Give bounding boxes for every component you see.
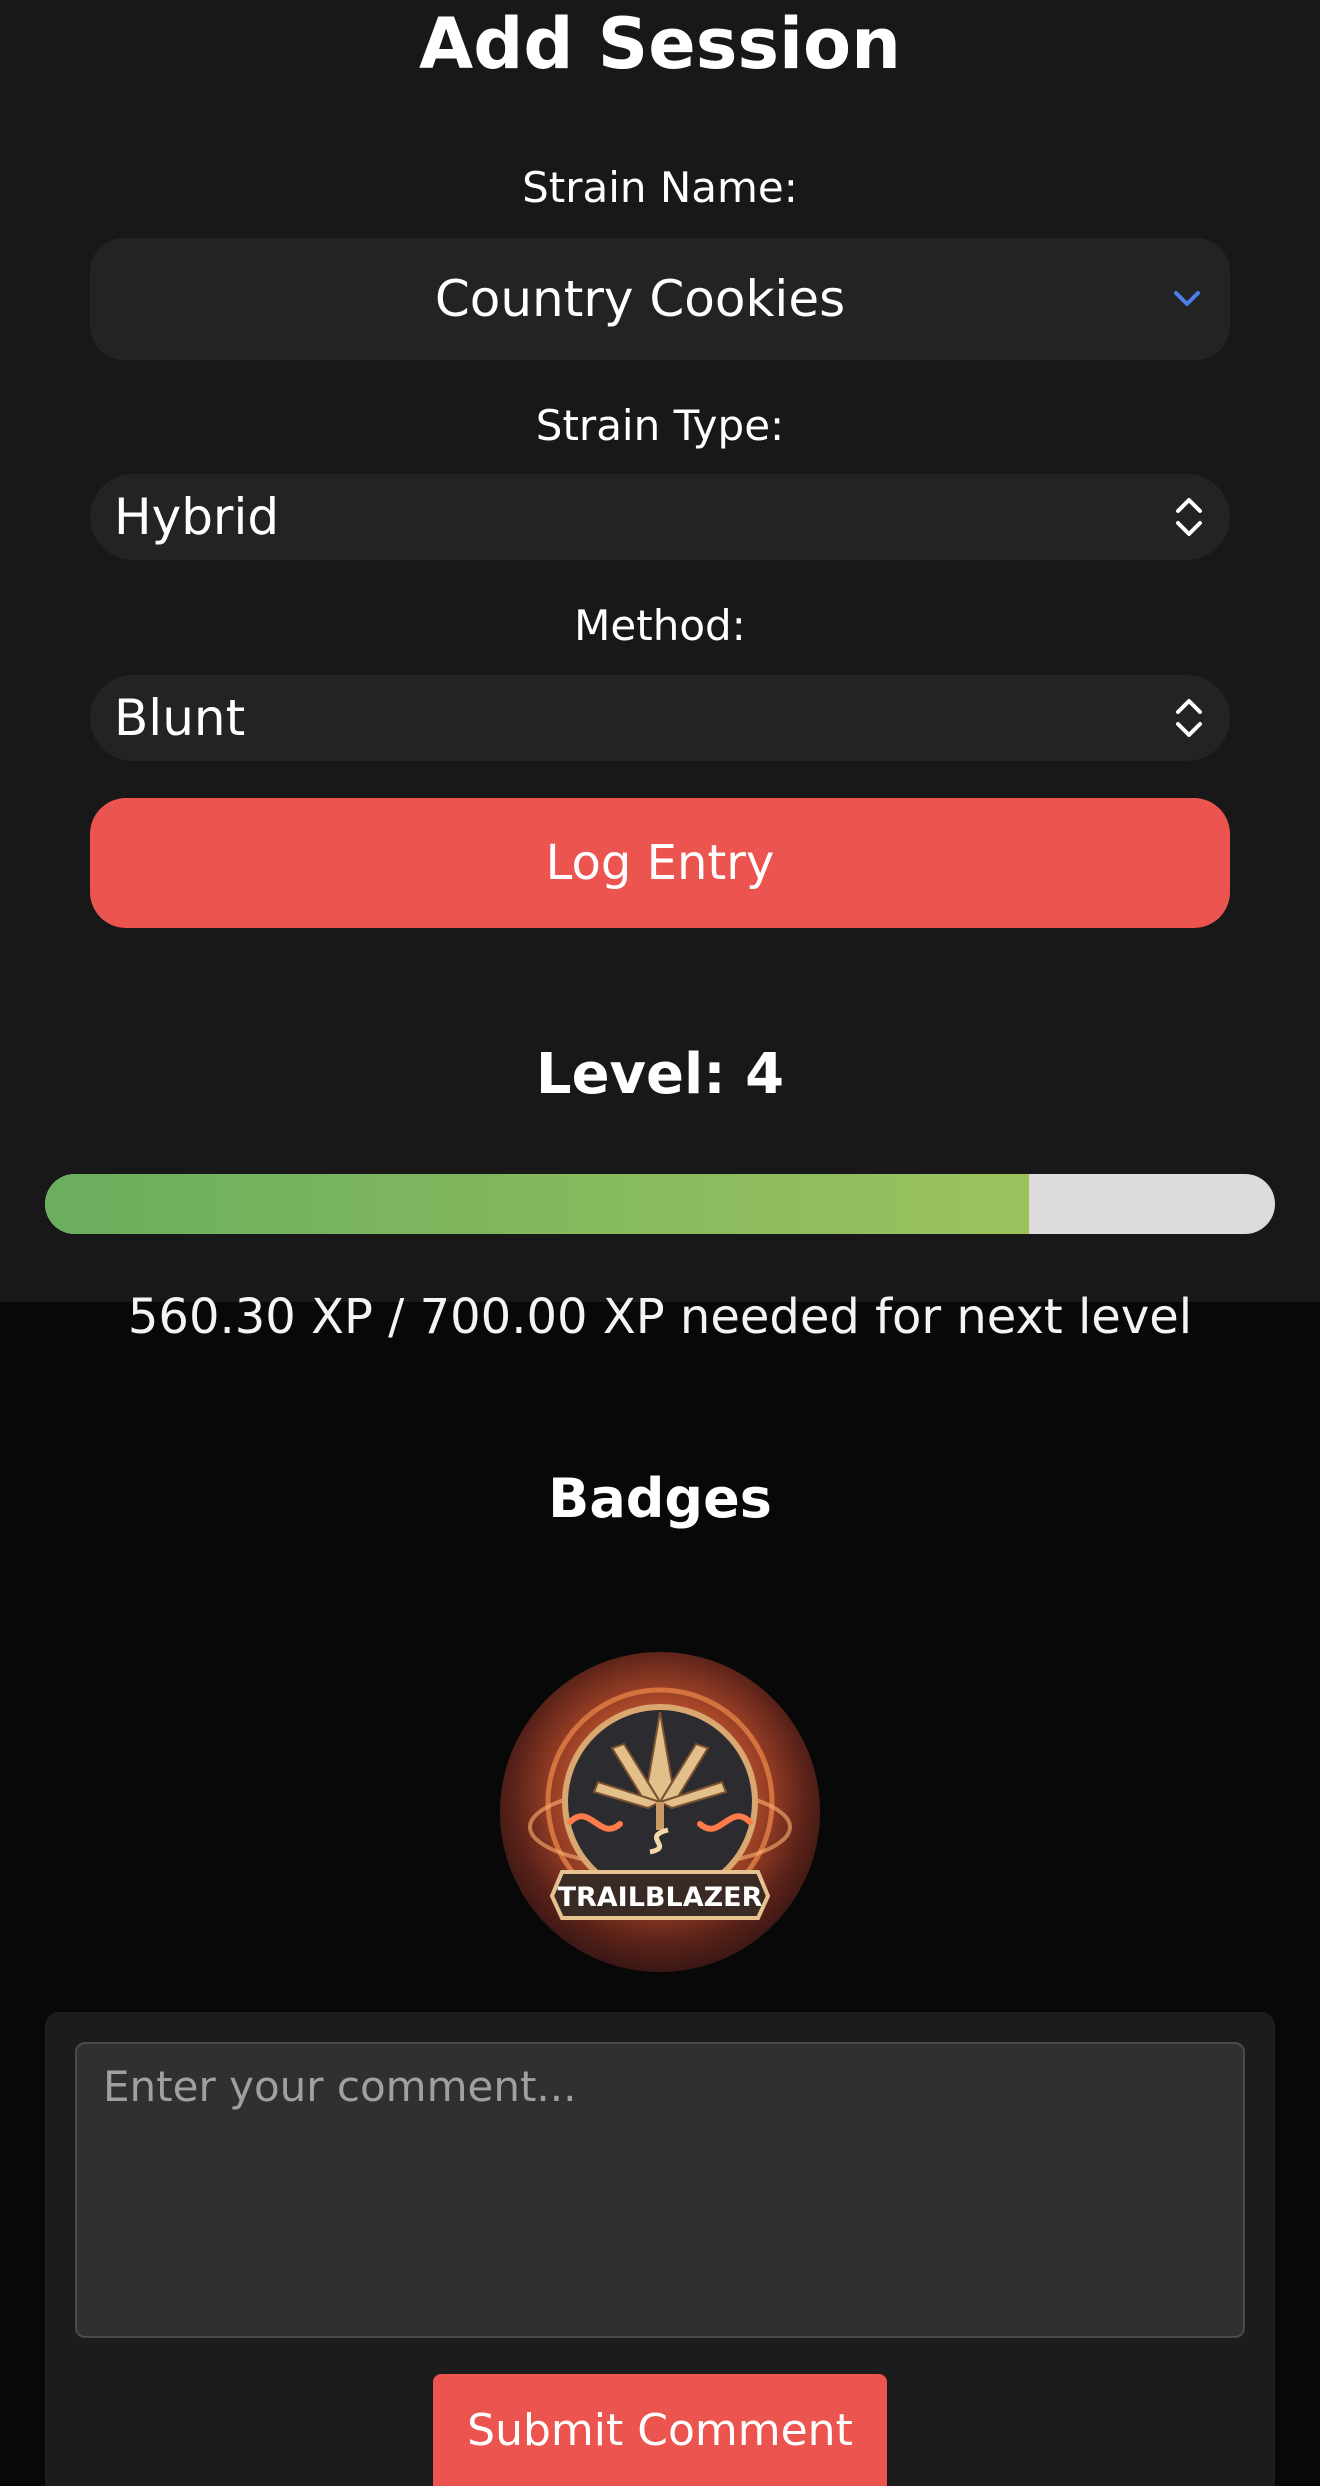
xp-progress-fill xyxy=(45,1174,1030,1234)
leaf-badge-icon: TRAILBLAZER xyxy=(528,1687,792,1920)
method-select[interactable]: Blunt xyxy=(90,675,1230,761)
strain-type-label: Strain Type: xyxy=(535,401,785,450)
submit-comment-button[interactable]: Submit Comment xyxy=(433,2374,887,2486)
comment-panel: Submit Comment xyxy=(45,2012,1275,2486)
comment-input[interactable] xyxy=(75,2042,1245,2338)
xp-progress-bar xyxy=(45,1174,1275,1234)
select-updown-icon xyxy=(1176,699,1202,737)
page-title: Add Session xyxy=(419,3,901,85)
strain-name-value: Country Cookies xyxy=(434,270,846,328)
xp-progress-text: 560.30 XP / 700.00 XP needed for next le… xyxy=(127,1289,1193,1345)
level-title: Level: 4 xyxy=(535,1042,785,1107)
strain-type-select[interactable]: Hybrid xyxy=(90,474,1230,560)
strain-name-label: Strain Name: xyxy=(522,163,798,212)
badge-name: TRAILBLAZER xyxy=(558,1882,763,1913)
log-entry-button[interactable]: Log Entry xyxy=(90,798,1230,928)
badges-title: Badges xyxy=(548,1467,772,1530)
select-updown-icon xyxy=(1176,498,1202,536)
method-value: Blunt xyxy=(114,689,246,747)
chevron-down-icon[interactable] xyxy=(1172,288,1202,310)
method-label: Method: xyxy=(574,601,746,650)
trailblazer-badge[interactable]: TRAILBLAZER xyxy=(500,1652,820,1972)
strain-name-field[interactable]: Country Cookies xyxy=(90,238,1230,360)
strain-type-value: Hybrid xyxy=(114,488,280,546)
